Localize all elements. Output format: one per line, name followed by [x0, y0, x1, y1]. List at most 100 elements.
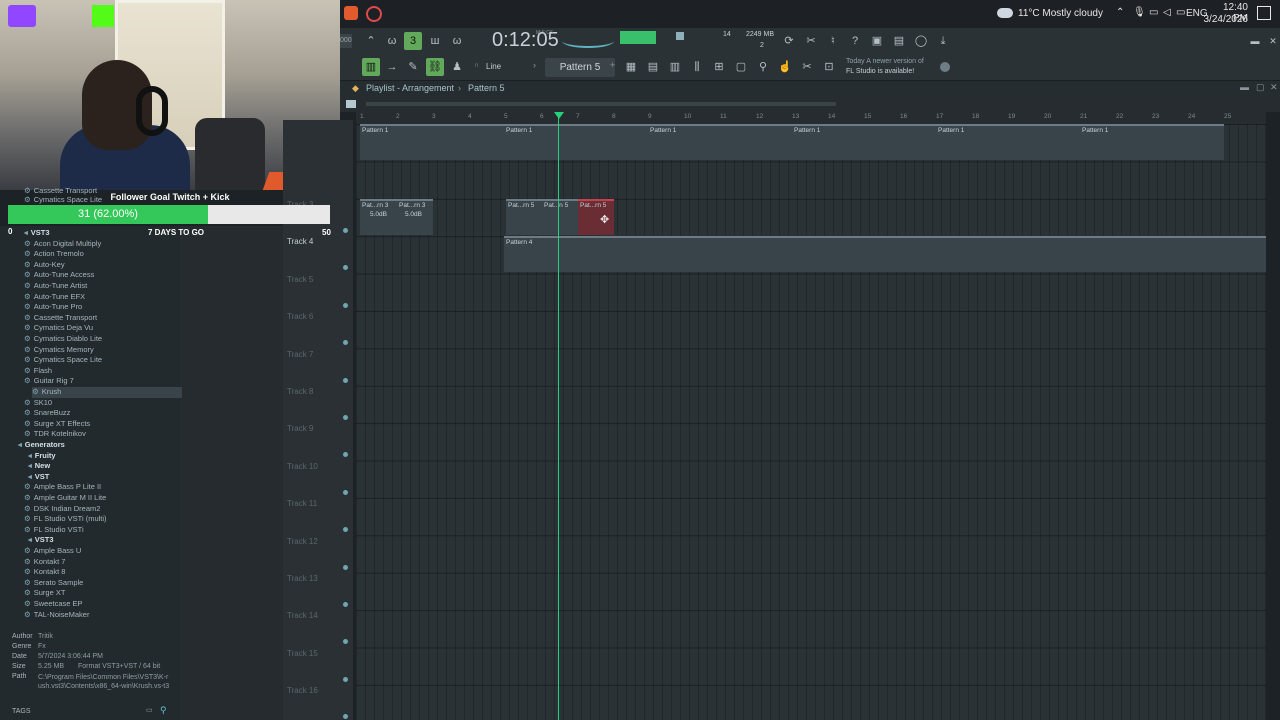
browser-item[interactable]: ⚙ Kontakt 8 [24, 567, 65, 578]
browser-item[interactable]: ⚙ Ample Guitar M II Lite [24, 493, 106, 504]
magnet-icon[interactable]: ∩ [474, 62, 479, 69]
mic-icon[interactable]: 🎙 [1133, 7, 1146, 18]
channel-rack-icon[interactable]: ⊞ [710, 58, 728, 76]
pattern-add-icon[interactable]: + [610, 60, 615, 70]
folder-generators[interactable]: ◂ Generators [18, 440, 65, 451]
piano-roll-icon[interactable]: ▥ [362, 58, 380, 76]
chevron-up-icon[interactable]: ⌃ [1116, 7, 1124, 18]
track-mute-icon[interactable] [343, 489, 348, 495]
folder-icon[interactable]: ▭ [146, 706, 153, 714]
browser-item[interactable]: ⚙ Surge XT Effects [24, 419, 90, 430]
track-label[interactable]: Track 4 [287, 237, 313, 246]
track-mute-icon[interactable] [343, 228, 348, 233]
wait-input-icon[interactable]: ω [383, 32, 401, 50]
track-label[interactable]: Track 8 [287, 387, 313, 396]
browser-item[interactable]: ⚙ Auto-Key [24, 260, 65, 271]
browser-item[interactable]: ⚙ Acon Digital Multiply [24, 239, 101, 250]
track-mute-icon[interactable] [343, 340, 348, 346]
clip-pattern-3[interactable]: Pat...rn 3 5.0dB [360, 199, 397, 235]
playhead[interactable] [558, 112, 559, 720]
track-label[interactable]: Track 11 [287, 499, 317, 508]
playlist-minimize-icon[interactable]: ▬ [1240, 82, 1249, 92]
mixer-icon[interactable]: ⫼ [688, 58, 706, 76]
browser-item[interactable]: ⚙ FL Studio VSTi (multi) [24, 514, 107, 525]
browser-item[interactable]: ⚙ DSK Indian Dream2 [24, 504, 100, 515]
pattern-prev-icon[interactable]: › [533, 60, 536, 70]
track-label[interactable]: Track 10 [287, 462, 318, 471]
clip-pattern-4[interactable]: Pattern 4 [504, 236, 1266, 272]
browser-item[interactable]: ⚙ Auto-Tune Pro [24, 302, 82, 313]
plugin-picker-icon[interactable]: ▢ [732, 58, 750, 76]
globe-icon[interactable] [940, 62, 950, 72]
microphone-icon[interactable]: ♮ [824, 32, 842, 50]
playlist-tool-icon[interactable] [346, 100, 356, 108]
browser-item[interactable]: ⚙ Cassette Transport [24, 313, 97, 324]
battery-icon[interactable]: ▭ [1176, 7, 1185, 18]
playlist-pattern[interactable]: Pattern 5 [468, 83, 505, 93]
browser-item[interactable]: ⚙ Cymatics Memory [24, 345, 94, 356]
browser-item[interactable]: ⚙ TDR Kotelnikov [24, 429, 86, 440]
step-edit-icon[interactable]: ш [426, 32, 444, 50]
track-mute-icon[interactable] [343, 302, 348, 308]
track-mute-icon[interactable] [343, 415, 348, 420]
track-label[interactable]: Track 5 [287, 275, 313, 284]
link-icon[interactable]: ⛓ [426, 58, 444, 76]
update-notice-line1[interactable]: Today A newer version of [846, 58, 924, 65]
browser-item[interactable]: ⚙ Auto-Tune Access [24, 270, 94, 281]
chat-icon[interactable]: ◯ [912, 32, 930, 50]
browser-item[interactable]: ⚙ SnareBuzz [24, 408, 70, 419]
link-chain-icon[interactable]: ✂ [798, 58, 816, 76]
clip-pattern-1[interactable]: Pattern 1 [936, 124, 1080, 160]
folder-new[interactable]: ◂ New [28, 461, 50, 472]
clip-pattern-5[interactable]: Pat...rn 5 [506, 199, 542, 235]
folder-vst3[interactable]: ◂ VST3 [24, 228, 50, 239]
browser-item[interactable]: ⚙ Auto-Tune EFX [24, 292, 85, 303]
piano-icon[interactable]: ▥ [666, 58, 684, 76]
browser-item[interactable]: ⚙ SK10 [24, 398, 52, 409]
touch-icon[interactable]: ☝ [776, 58, 794, 76]
playlist-close-icon[interactable]: ✕ [1270, 82, 1278, 93]
track-mute-icon[interactable] [343, 564, 348, 570]
track-label[interactable]: Track 9 [287, 424, 313, 433]
track-mute-icon[interactable] [343, 377, 348, 383]
toolbar-tempo-stub[interactable]: 000 [340, 34, 352, 48]
browser-item[interactable]: ⚙ Action Tremolo [24, 249, 84, 260]
folder-fruity[interactable]: ◂ Fruity [28, 451, 56, 462]
browser-item[interactable]: ⚙ FL Studio VSTi [24, 525, 84, 536]
cut-icon[interactable]: ✂ [802, 32, 820, 50]
minimize-icon[interactable]: ▬ [1246, 32, 1264, 50]
track-mute-icon[interactable] [343, 527, 348, 533]
timeline-ruler[interactable]: 1 2 3 4 5 6 7 8 9 10 11 12 13 14 15 16 17 18 19 20 21 22 23 24 2… [356, 112, 1266, 124]
track-mute-icon[interactable] [343, 714, 348, 720]
track-label[interactable]: Track 16 [287, 686, 318, 695]
draw-tool-icon[interactable]: ✎ [404, 58, 422, 76]
browser-item[interactable]: ⚙ Ample Bass P Lite II [24, 482, 101, 493]
arrow-right-icon[interactable]: → [383, 58, 401, 76]
network-icon[interactable]: ▭ [1149, 7, 1158, 18]
clock-date[interactable]: 3/24/2026 [1202, 14, 1249, 25]
browser-item[interactable]: ⚙ Cymatics Space Lite [24, 355, 102, 366]
browser-item[interactable]: ⚙ Surge XT [24, 588, 65, 599]
folder-vst3-generators[interactable]: ◂ VST3 [28, 535, 54, 546]
playlist-arrow-icon[interactable]: ◆ [352, 83, 359, 94]
browser-icon[interactable]: ⚲ [754, 58, 772, 76]
clip-pattern-1[interactable]: Pattern 1 [504, 124, 648, 160]
browser-item[interactable]: ⚙ Cymatics Diablo Lite [24, 334, 102, 345]
track-mute-icon[interactable] [343, 602, 348, 607]
clip-pattern-1[interactable]: Pattern 1 [648, 124, 792, 160]
browser-item[interactable]: ⚙ Krush [32, 387, 182, 398]
cart-icon[interactable]: ⊡ [820, 58, 838, 76]
render-icon[interactable]: ▤ [890, 32, 908, 50]
clip-pattern-5[interactable]: Pat...n 5 [542, 199, 578, 235]
track-mute-icon[interactable] [343, 452, 348, 458]
close-icon[interactable]: ✕ [1264, 32, 1280, 50]
clip-pattern-1[interactable]: Pattern 1 [360, 124, 504, 160]
weather-text[interactable]: 11°C Mostly cloudy [1018, 8, 1103, 19]
track-mute-icon[interactable] [343, 639, 348, 645]
track-label[interactable]: Track 13 [287, 574, 318, 583]
track-label[interactable]: Track 7 [287, 350, 313, 359]
download-icon[interactable]: ⤓ [934, 32, 952, 50]
browser-item[interactable]: ⚙ Serato Sample [24, 578, 83, 589]
search-icon[interactable]: ⚲ [160, 705, 167, 716]
browser-item[interactable]: ⚙ Flash [24, 366, 52, 377]
